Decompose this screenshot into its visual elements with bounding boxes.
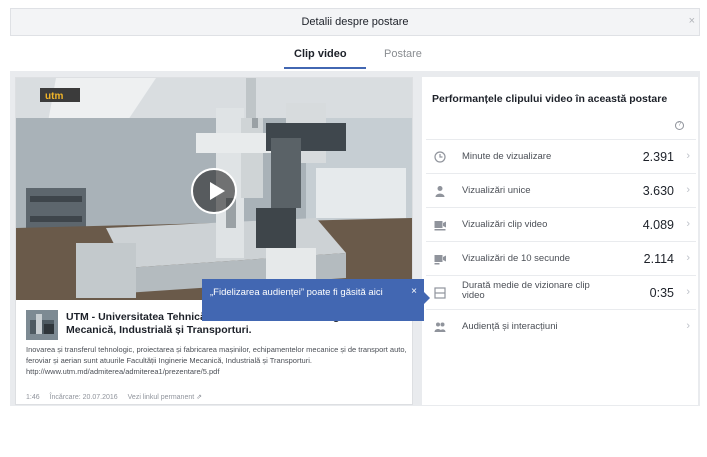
- upload-date: Încărcare: 20.07.2016: [49, 394, 118, 401]
- audience-icon: [434, 322, 446, 332]
- metric-row-audience-engagement[interactable]: Audiență și interacțiuni ›: [426, 309, 696, 343]
- play-button[interactable]: [191, 168, 237, 214]
- chevron-right-icon: ›: [686, 150, 690, 162]
- metric-row-minutes-viewed[interactable]: Minute de vizualizare 2.391 ›: [426, 139, 696, 173]
- chevron-right-icon: ›: [686, 320, 690, 332]
- metric-row-average-watch-time[interactable]: Durată medie de vizionare clip video 0:3…: [426, 275, 696, 309]
- performance-panel: Performanțele clipului video în această …: [422, 77, 698, 405]
- tab-video-clip[interactable]: Clip video: [294, 48, 347, 60]
- page-avatar-image: [26, 310, 58, 340]
- metric-value: 2.114: [643, 252, 674, 266]
- metric-value: 3.630: [642, 184, 674, 198]
- audience-retention-tooltip: „Fidelizarea audienței” poate fi găsită …: [202, 279, 430, 321]
- metric-value: 4.089: [642, 218, 674, 232]
- person-icon: [435, 186, 445, 197]
- chevron-right-icon: ›: [686, 218, 690, 230]
- tabs-bar: Clip video Postare: [10, 37, 700, 71]
- content-area: utm „Fidelizarea audienței” poate fi găs…: [10, 71, 700, 406]
- page-avatar[interactable]: [26, 310, 58, 340]
- post-description: Inovarea și transferul tehnologic, proie…: [26, 345, 407, 376]
- info-icon[interactable]: ?: [675, 121, 684, 130]
- permalink-link[interactable]: Vezi linkul permanent: [128, 394, 195, 401]
- metric-label: Vizualizări unice: [462, 185, 531, 196]
- metric-label: Vizualizări clip video: [462, 219, 548, 230]
- dialog-title: Detalii despre postare: [301, 16, 409, 28]
- ten-second-views-icon: [434, 255, 446, 265]
- tooltip-close-icon[interactable]: ×: [411, 286, 417, 298]
- post-meta: 1:46 Încărcare: 20.07.2016 Vezi linkul p…: [26, 393, 202, 401]
- close-icon[interactable]: ×: [689, 15, 695, 27]
- metric-label: Audiență și interacțiuni: [462, 321, 558, 332]
- metric-row-10-second-views[interactable]: Vizualizări de 10 secunde 2.114 ›: [426, 241, 696, 275]
- metric-value: 0:35: [649, 286, 674, 300]
- dialog-header: Detalii despre postare ×: [10, 8, 700, 36]
- performance-title: Performanțele clipului video în această …: [432, 93, 668, 105]
- metric-row-video-views[interactable]: Vizualizări clip video 4.089 ›: [426, 207, 696, 241]
- metric-value: 2.391: [642, 150, 674, 164]
- tab-post[interactable]: Postare: [384, 48, 422, 60]
- video-player[interactable]: utm: [16, 78, 412, 300]
- chevron-right-icon: ›: [686, 286, 690, 298]
- active-tab-indicator: [284, 67, 366, 69]
- clock-icon: [434, 151, 446, 163]
- metric-label: Durată medie de vizionare clip video: [462, 280, 590, 301]
- video-views-icon: [434, 221, 446, 231]
- video-duration: 1:46: [26, 394, 40, 401]
- svg-text:utm: utm: [45, 91, 63, 102]
- metric-label: Minute de vizualizare: [462, 151, 552, 162]
- metric-row-unique-views[interactable]: Vizualizări unice 3.630 ›: [426, 173, 696, 207]
- duration-icon: [434, 287, 446, 299]
- external-link-icon: ⇗: [196, 394, 203, 401]
- tooltip-arrow: [424, 292, 430, 304]
- chevron-right-icon: ›: [686, 252, 690, 264]
- metric-label: Vizualizări de 10 secunde: [462, 253, 571, 264]
- tooltip-text: „Fidelizarea audienței” poate fi găsită …: [210, 287, 383, 298]
- chevron-right-icon: ›: [686, 184, 690, 196]
- post-preview-panel: utm „Fidelizarea audienței” poate fi găs…: [15, 77, 430, 405]
